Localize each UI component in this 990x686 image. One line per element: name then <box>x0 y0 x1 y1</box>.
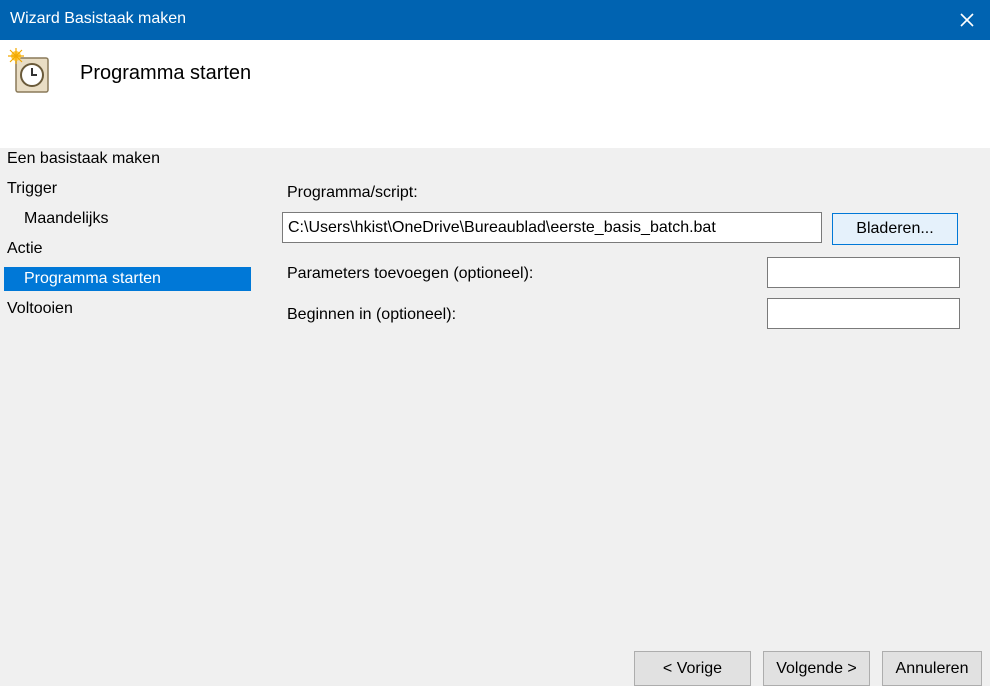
step-monthly: Maandelijks <box>24 210 109 227</box>
parameters-input[interactable] <box>767 257 960 288</box>
window-title: Wizard Basistaak maken <box>10 10 187 27</box>
step-finish: Voltooien <box>7 300 73 317</box>
program-script-input[interactable] <box>282 212 822 243</box>
close-icon <box>960 13 974 27</box>
parameters-label: Parameters toevoegen (optioneel): <box>287 265 534 282</box>
start-in-label: Beginnen in (optioneel): <box>287 306 457 323</box>
step-start-program: Programma starten <box>4 267 251 291</box>
browse-button[interactable]: Bladeren... <box>832 213 958 245</box>
page-title: Programma starten <box>80 62 252 84</box>
next-button[interactable]: Volgende > <box>763 651 870 686</box>
close-button[interactable] <box>944 0 990 40</box>
step-create-task: Een basistaak maken <box>7 150 160 167</box>
step-trigger: Trigger <box>7 180 58 197</box>
clock-icon <box>8 48 49 93</box>
program-script-label: Programma/script: <box>287 184 418 201</box>
cancel-button[interactable]: Annuleren <box>882 651 982 686</box>
back-button[interactable]: < Vorige <box>634 651 751 686</box>
title-bar: Wizard Basistaak maken <box>0 0 990 40</box>
start-in-input[interactable] <box>767 298 960 329</box>
wizard-header: Programma starten <box>0 40 990 148</box>
step-action: Actie <box>7 240 43 257</box>
